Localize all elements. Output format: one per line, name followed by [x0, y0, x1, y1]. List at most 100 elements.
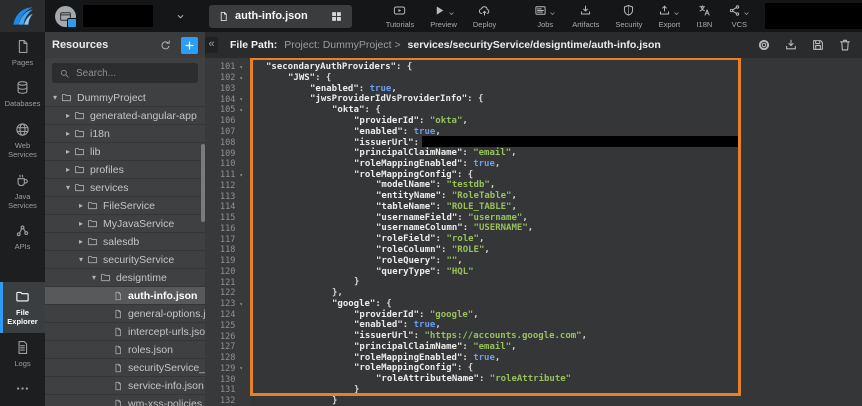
breadcrumb-project: Project: DummyProject >: [284, 39, 400, 51]
folder-icon: [74, 128, 85, 139]
fold-marker-icon[interactable]: ▾: [239, 365, 243, 372]
topbar-action-artifacts[interactable]: Artifacts: [572, 3, 599, 29]
topbar-action-i18n[interactable]: I18N: [696, 3, 712, 29]
code-line-105[interactable]: 105▾"okta": {: [205, 105, 862, 116]
rail-item-more[interactable]: [0, 374, 45, 406]
code-line-109[interactable]: 109"principalClaimName": "email",: [205, 148, 862, 159]
rail-item-web-services[interactable]: Web Services: [0, 115, 45, 166]
tree-item-myjavaservice[interactable]: ▸MyJavaService: [45, 215, 205, 233]
code-line-127[interactable]: 127"principalClaimName": "email",: [205, 342, 862, 353]
topbar-action-preview[interactable]: Preview: [430, 3, 457, 29]
code-line-117[interactable]: 117"roleField": "role",: [205, 234, 862, 245]
app-logo[interactable]: [0, 0, 45, 32]
line-number: 125: [205, 321, 250, 331]
file-tab[interactable]: auth-info.json: [209, 5, 352, 28]
code-line-119[interactable]: 119"roleQuery": "",: [205, 256, 862, 267]
code-line-106[interactable]: 106"providerId": "okta",: [205, 116, 862, 127]
topbar-action-tutorials[interactable]: Tutorials: [386, 3, 414, 29]
topbar-action-security[interactable]: Security: [615, 3, 642, 29]
chevron-down-icon[interactable]: [176, 12, 185, 21]
refresh-icon[interactable]: [159, 39, 172, 52]
code-line-116[interactable]: 116"usernameColumn": "USERNAME",: [205, 223, 862, 234]
code-line-121[interactable]: 121}: [205, 277, 862, 288]
fold-marker-icon[interactable]: ▾: [239, 96, 243, 103]
code-editor[interactable]: 101▾"secondaryAuthProviders": {102▾"JWS"…: [205, 58, 862, 406]
tree-item-roles-json[interactable]: roles.json: [45, 341, 205, 359]
add-resource-button[interactable]: [181, 37, 198, 54]
tree-item-i18n[interactable]: ▸i18n: [45, 125, 205, 143]
search-input[interactable]: Search...: [52, 63, 198, 83]
tree-item-securityservice[interactable]: ▾securityService: [45, 251, 205, 269]
code-line-114[interactable]: 114"tableName": "ROLE_TABLE",: [205, 202, 862, 213]
tree-item-auth-info-json[interactable]: auth-info.json: [45, 287, 205, 305]
topbar-action-vcs[interactable]: VCS: [728, 3, 750, 29]
rail-item-databases[interactable]: Databases: [0, 73, 45, 114]
code-line-120[interactable]: 120"queryType": "HQL": [205, 267, 862, 278]
code-line-112[interactable]: 112"modelName": "testdb",: [205, 180, 862, 191]
rail-item-apis[interactable]: APIs: [0, 216, 45, 257]
file-icon: [113, 399, 123, 406]
code-line-131[interactable]: 131}: [205, 385, 862, 396]
file-icon: [218, 11, 229, 22]
rail-item-java-services[interactable]: Java Services: [0, 166, 45, 217]
wave-logo-icon: [10, 3, 36, 29]
rail-item-pages[interactable]: Pages: [0, 32, 45, 73]
code-line-129[interactable]: 129▾"roleMappingConfig": {: [205, 363, 862, 374]
tree-item-generated-angular-app[interactable]: ▸generated-angular-app: [45, 107, 205, 125]
project-switcher[interactable]: [55, 5, 185, 27]
settings-button[interactable]: [757, 38, 771, 52]
tree-item-dummyproject[interactable]: ▾DummyProject: [45, 89, 205, 107]
code-line-102[interactable]: 102▾"JWS": {: [205, 73, 862, 84]
code-line-101[interactable]: 101▾"secondaryAuthProviders": {: [205, 62, 862, 73]
fold-marker-icon[interactable]: ▾: [239, 301, 243, 308]
rail-item-file-explorer[interactable]: File Explorer: [0, 282, 45, 333]
tree-item-service-info-json[interactable]: service-info.json: [45, 377, 205, 395]
tree-item-fileservice[interactable]: ▸FileService: [45, 197, 205, 215]
line-number: 110: [205, 159, 250, 169]
tree-item-intercept-urls-json[interactable]: intercept-urls.json: [45, 323, 205, 341]
tree-item-services[interactable]: ▾services: [45, 179, 205, 197]
chevron-down-icon: [743, 10, 750, 17]
tree-item-profiles[interactable]: ▸profiles: [45, 161, 205, 179]
editor-toolbar: « File Path: Project: DummyProject > ser…: [205, 32, 862, 58]
code-line-113[interactable]: 113"entityName": "RoleTable",: [205, 191, 862, 202]
save-button[interactable]: [811, 38, 825, 52]
line-number: 105▾: [205, 105, 250, 115]
code-line-111[interactable]: 111▾"roleMappingConfig": {: [205, 170, 862, 181]
download-button[interactable]: [784, 38, 798, 52]
code-line-124[interactable]: 124"providerId": "google",: [205, 310, 862, 321]
tree-item-wm-xss-policies-json[interactable]: wm-xss-policies.json: [45, 395, 205, 406]
code-line-118[interactable]: 118"roleColumn": "ROLE",: [205, 245, 862, 256]
fold-marker-icon[interactable]: ▾: [239, 107, 243, 114]
tree-item-salesdb[interactable]: ▸salesdb: [45, 233, 205, 251]
code-line-130[interactable]: 130"roleAttributeName": "roleAttribute": [205, 374, 862, 385]
delete-button[interactable]: [838, 38, 852, 52]
code-line-125[interactable]: 125"enabled": true,: [205, 320, 862, 331]
collapse-panel-button[interactable]: «: [205, 37, 218, 53]
rail-item-logs[interactable]: Logs: [0, 333, 45, 374]
code-line-103[interactable]: 103"enabled": true,: [205, 84, 862, 95]
tree-item-lib[interactable]: ▸lib: [45, 143, 205, 161]
code-line-115[interactable]: 115"usernameField": "username",: [205, 213, 862, 224]
fold-marker-icon[interactable]: ▾: [239, 64, 243, 71]
code-line-132[interactable]: 132}: [205, 396, 862, 406]
code-line-110[interactable]: 110"roleMappingEnabled": true,: [205, 159, 862, 170]
topbar-action-jobs[interactable]: Jobs: [534, 3, 556, 29]
resources-panel: Resources Search... ▾DummyProject▸genera…: [45, 32, 205, 406]
tree-item-general-options-json[interactable]: general-options.json: [45, 305, 205, 323]
topbar-action-deploy[interactable]: Deploy: [473, 3, 496, 29]
code-line-128[interactable]: 128"roleMappingEnabled": true,: [205, 353, 862, 364]
code-line-104[interactable]: 104▾"jwsProviderIdVsProviderInfo": {: [205, 94, 862, 105]
tree-item-securityservice-api-json[interactable]: securityService_API.json: [45, 359, 205, 377]
apis-icon: [15, 223, 30, 238]
code-line-126[interactable]: 126"issuerUrl": "https://accounts.google…: [205, 331, 862, 342]
file-tab-label: auth-info.json: [235, 10, 308, 22]
fold-marker-icon[interactable]: ▾: [239, 172, 243, 179]
topbar-action-export[interactable]: Export: [658, 3, 680, 29]
tree-item-designtime[interactable]: ▾designtime: [45, 269, 205, 287]
code-line-122[interactable]: 122},: [205, 288, 862, 299]
code-line-108[interactable]: 108"issuerUrl":: [205, 137, 862, 148]
fold-marker-icon[interactable]: ▾: [239, 75, 243, 82]
code-line-123[interactable]: 123▾"google": {: [205, 299, 862, 310]
grid-icon[interactable]: [330, 10, 343, 23]
